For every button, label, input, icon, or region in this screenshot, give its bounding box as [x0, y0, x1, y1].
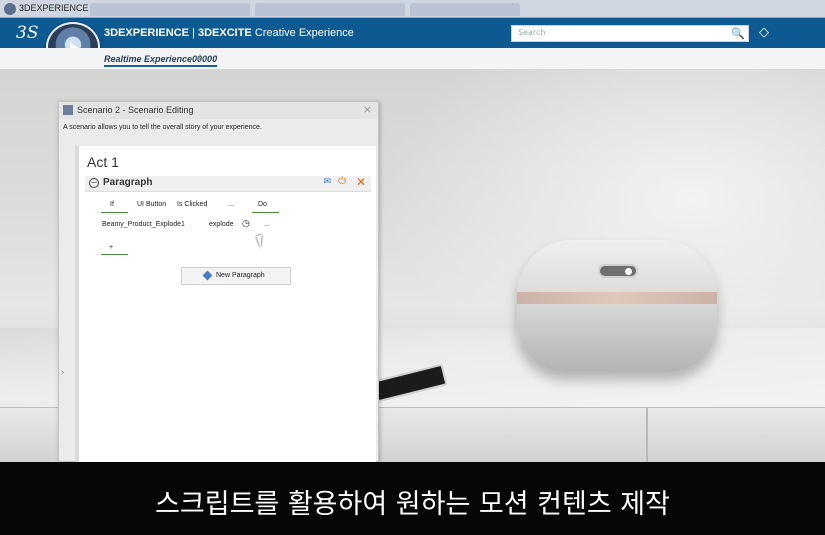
brand-3dexcite: 3DEXCITE [197, 27, 252, 39]
search-icon[interactable]: 🔍 [731, 27, 745, 40]
rule-if: If [110, 201, 114, 208]
link-icon[interactable]: ✉ [323, 177, 331, 187]
act-container: Act 1 − Paragraph ✉ ⏻ ✕ If UI Button Is … [75, 146, 376, 462]
tag-icon[interactable]: ◇ [759, 25, 769, 40]
brand-3dexperience: 3DEXPERIENCE [104, 27, 189, 39]
browser-tab-title[interactable]: 3DEXPERIENCE [19, 3, 89, 13]
speaker-band [517, 292, 717, 304]
shelf-divider [646, 407, 648, 462]
speaker-model[interactable] [517, 240, 717, 372]
if-underline [101, 212, 128, 213]
panel-description: A scenario allows you to tell the overal… [63, 124, 262, 131]
panel-title: Scenario 2 - Scenario Editing [77, 105, 194, 115]
new-paragraph-button[interactable]: New Paragraph [181, 267, 291, 285]
delete-icon[interactable]: ✕ [356, 175, 366, 189]
do-underline [252, 212, 279, 213]
subtitle-bar: 스크립트를 활용하여 원하는 모션 컨텐츠 제작 [0, 462, 825, 535]
subtitle-text: 스크립트를 활용하여 원하는 모션 컨텐츠 제작 [155, 489, 670, 520]
action-verb[interactable]: explode [209, 221, 234, 228]
action-object[interactable]: Beamy_Product_Explode1 [102, 221, 185, 228]
collapse-handle-icon[interactable]: › [61, 368, 65, 378]
speaker-button [598, 264, 638, 278]
paragraph-title: Paragraph [103, 177, 153, 188]
app-logo-icon [4, 3, 16, 15]
brand-app-name: Creative Experience [251, 27, 354, 39]
add-tab-button[interactable]: + [195, 51, 205, 65]
rule-ellipsis[interactable]: ... [228, 201, 234, 208]
background-tab[interactable] [255, 3, 405, 16]
search-placeholder: Search [518, 28, 546, 37]
document-tab-bar: Realtime Experience00000 + [0, 48, 825, 70]
brand-separator: | [188, 27, 198, 39]
search-input[interactable]: Search [511, 25, 749, 42]
act-title: Act 1 [87, 154, 119, 170]
rule-condition[interactable]: Is Clicked [177, 201, 207, 208]
app-brand-title: 3DEXPERIENCE | 3DEXCITE Creative Experie… [104, 27, 354, 39]
power-icon[interactable]: ⏻ [338, 176, 346, 187]
ds-logo: 3S [16, 23, 39, 43]
new-paragraph-label: New Paragraph [216, 272, 265, 279]
background-tab[interactable] [90, 3, 250, 16]
paragraph-header: − Paragraph ✉ ⏻ ✕ [85, 175, 371, 192]
add-underline [101, 254, 128, 255]
action-ellipsis[interactable]: ... [264, 221, 270, 228]
browser-tab-strip: 3DEXPERIENCE [0, 0, 825, 18]
background-tab[interactable] [410, 3, 520, 16]
panel-header: Scenario 2 - Scenario Editing × [59, 102, 378, 119]
add-rule-button[interactable]: + [109, 244, 113, 251]
scenario-icon [63, 105, 73, 115]
rule-object[interactable]: UI Button [137, 201, 166, 208]
timer-icon[interactable]: ◷ [242, 218, 250, 229]
collapse-icon[interactable]: − [89, 178, 99, 188]
close-icon[interactable]: × [363, 103, 372, 116]
app-header: 3S 3DEXPERIENCE | 3DEXCITE Creative Expe… [0, 18, 825, 48]
rule-do: Do [258, 201, 267, 208]
scenario-panel: Scenario 2 - Scenario Editing × A scenar… [58, 101, 379, 462]
diamond-icon [202, 270, 213, 281]
